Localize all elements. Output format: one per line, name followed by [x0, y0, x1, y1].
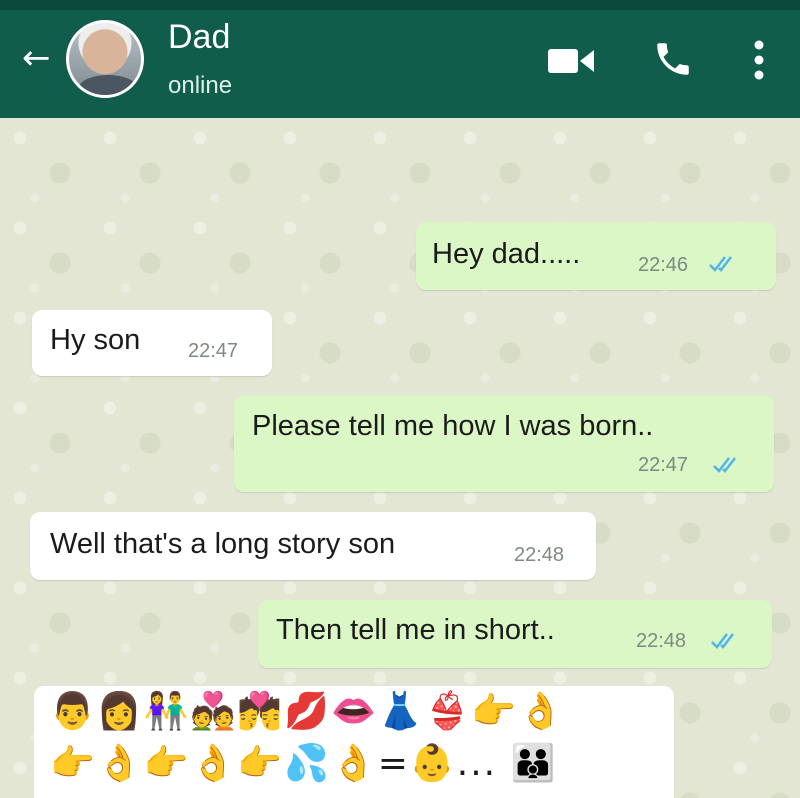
- read-receipt-icon: [713, 457, 736, 473]
- message-time: 22:46: [638, 254, 689, 276]
- avatar-shirt: [79, 75, 137, 95]
- message-time: 22:47: [188, 340, 239, 362]
- contact-status: online: [168, 72, 233, 99]
- message-bubble-incoming[interactable]: Hy son 22:47: [32, 310, 272, 376]
- video-call-icon[interactable]: [548, 46, 594, 76]
- message-bubble-outgoing[interactable]: Please tell me how I was born.. 22:47: [234, 396, 774, 492]
- chat-header: ← Dad online: [0, 0, 800, 118]
- more-vertical-icon[interactable]: [752, 40, 766, 80]
- message-text: Hey dad.....: [432, 238, 581, 270]
- emoji-line-2: 👉👌👉👌👉💦👌=👶... 👪: [50, 743, 558, 784]
- message-bubble-incoming-emoji[interactable]: 👨👩👫💑💏💋👄👗👙👉👌 👉👌👉👌👉💦👌=👶... 👪: [34, 686, 674, 798]
- read-receipt-icon: [709, 256, 732, 272]
- message-text: Well that's a long story son: [50, 528, 396, 560]
- message-text: Then tell me in short..: [276, 614, 555, 646]
- emoji-line-1: 👨👩👫💑💏💋👄👗👙👉👌: [50, 691, 566, 732]
- message-text: Hy son: [50, 324, 141, 356]
- message-bubble-outgoing[interactable]: Hey dad..... 22:46: [416, 222, 776, 290]
- message-time: 22:48: [636, 630, 687, 652]
- message-time: 22:47: [638, 454, 689, 476]
- back-arrow-icon[interactable]: ←: [22, 40, 58, 76]
- phone-icon[interactable]: [652, 38, 694, 80]
- contact-name[interactable]: Dad: [168, 18, 230, 57]
- message-text: Please tell me how I was born..: [252, 410, 654, 442]
- avatar[interactable]: [66, 20, 144, 98]
- read-receipt-icon: [711, 633, 734, 649]
- message-bubble-outgoing[interactable]: Then tell me in short.. 22:48: [258, 600, 772, 668]
- status-bar-shade: [0, 0, 800, 10]
- message-time: 22:48: [514, 544, 565, 566]
- message-bubble-incoming[interactable]: Well that's a long story son 22:48: [30, 512, 596, 580]
